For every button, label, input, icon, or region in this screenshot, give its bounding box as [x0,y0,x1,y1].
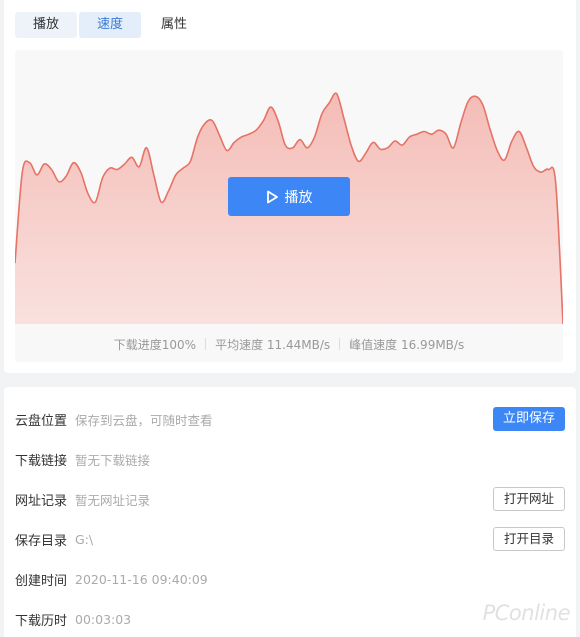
row-value: G:\ [75,531,94,547]
play-icon [266,190,278,203]
open-directory-button[interactable]: 打开目录 [492,527,565,551]
attributes-panel: 云盘位置 保存到云盘，可随时查看 立即保存 下载链接 暂无下载链接 网址记录 暂… [4,387,576,637]
row-download-link: 下载链接 暂无下载链接 [15,447,565,471]
row-created-time: 创建时间 2020-11-16 09:40:09 [15,567,565,591]
download-progress: 下载进度100% [113,337,197,352]
row-value: 暂无下载链接 [75,452,151,468]
divider [339,338,341,350]
row-label: 创建时间 [15,573,68,589]
row-label: 下载历时 [15,613,68,629]
row-cloud-location: 云盘位置 保存到云盘，可随时查看 立即保存 [15,407,565,431]
row-value: 2020-11-16 09:40:09 [75,571,208,587]
play-button[interactable]: 播放 [228,177,350,216]
row-label: 网址记录 [15,493,68,509]
average-speed: 平均速度 11.44MB/s [215,337,331,352]
play-button-label: 播放 [284,189,313,206]
watermark-logo: PConline [482,601,571,625]
tab-attributes[interactable]: 属性 [143,12,205,38]
row-url-record: 网址记录 暂无网址记录 打开网址 [15,487,565,511]
download-stats: 下载进度100% 平均速度 11.44MB/s 峰值速度 16.99MB/s [15,331,563,357]
row-value: 保存到云盘，可随时查看 [75,412,213,428]
tab-bar: 播放 速度 属性 [15,12,205,38]
row-label: 下载链接 [15,453,68,469]
row-value: 暂无网址记录 [75,492,151,508]
row-label: 云盘位置 [15,413,68,429]
tab-play[interactable]: 播放 [15,12,78,38]
row-label: 保存目录 [15,533,68,549]
peak-speed: 峰值速度 16.99MB/s [349,337,465,352]
open-url-button[interactable]: 打开网址 [492,487,565,511]
row-save-directory: 保存目录 G:\ 打开目录 [15,527,565,551]
download-panel: 播放 速度 属性 播放 下载进度100% 平均速度 11.44MB/s 峰值速度… [4,0,576,373]
speed-chart: 播放 下载进度100% 平均速度 11.44MB/s 峰值速度 16.99MB/… [15,50,563,362]
divider [205,338,207,350]
save-now-button[interactable]: 立即保存 [492,407,565,431]
tab-speed[interactable]: 速度 [79,12,142,38]
